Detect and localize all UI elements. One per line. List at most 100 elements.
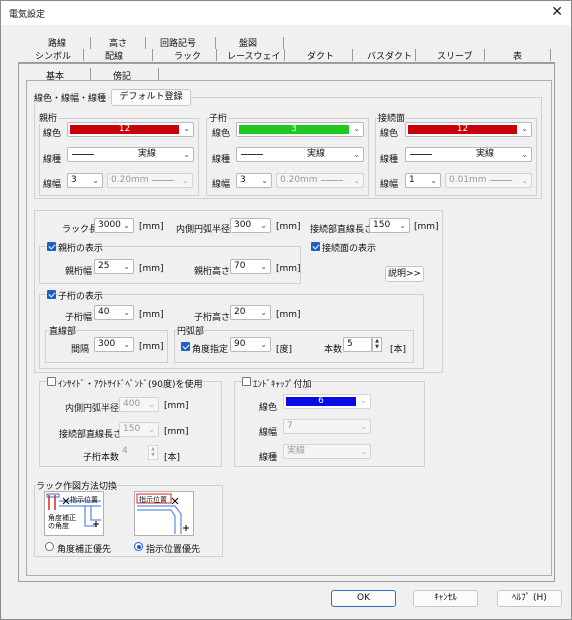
- endcap-width-value: 7: [287, 421, 293, 431]
- chevron-down-icon: ⌄: [92, 176, 99, 185]
- angle-value: 90: [234, 339, 246, 349]
- unit-mm: [mm]: [276, 310, 301, 320]
- show-parent-checkbox[interactable]: [47, 242, 56, 251]
- tab-divider: [145, 37, 146, 49]
- joint-type-select[interactable]: 実線 ⌄: [405, 147, 532, 162]
- help-button[interactable]: ﾍﾙﾌﾟ (H): [497, 590, 562, 607]
- child-title: 子桁: [209, 111, 228, 124]
- count-label: 本数: [324, 345, 343, 355]
- cancel-button[interactable]: ｷｬﾝｾﾙ: [413, 590, 478, 607]
- count-input[interactable]: 5: [343, 337, 372, 352]
- tab-symbol[interactable]: シンボル: [35, 49, 71, 62]
- parent-type-select[interactable]: 実線 ⌄: [67, 147, 194, 162]
- tab-rack[interactable]: ラック: [174, 49, 201, 62]
- line-preview: [241, 154, 263, 155]
- joint-width-num-select[interactable]: 1 ⌄: [405, 173, 441, 188]
- window-title: 電気設定: [9, 10, 46, 20]
- endcap-checkbox[interactable]: [242, 377, 251, 386]
- chevron-down-icon: ⌄: [148, 425, 155, 434]
- arc-label: 円弧部: [177, 324, 205, 337]
- line-section-title: 線色・線幅・線種: [34, 91, 109, 104]
- tab-wiring[interactable]: 配線: [105, 49, 123, 62]
- parent-title: 親桁: [39, 111, 58, 124]
- tab-routing[interactable]: 路線: [48, 36, 66, 49]
- tab-duct[interactable]: ダクト: [307, 49, 334, 62]
- unit-mm: [mm]: [414, 222, 439, 232]
- position-priority-radio[interactable]: [134, 542, 143, 551]
- position-priority-image[interactable]: 指示位置: [134, 491, 194, 536]
- angle-checkbox[interactable]: [181, 342, 190, 351]
- child-width-label: 子桁幅: [65, 313, 93, 323]
- io-inner-radius-select: 400 ⌄: [119, 397, 159, 412]
- inner-radius-label: 内側円弧半径: [176, 225, 231, 235]
- unit-mm: [mm]: [139, 222, 164, 232]
- joint-width-label: 線幅: [380, 180, 399, 190]
- parent-color-select[interactable]: 12 ⌄: [67, 122, 194, 137]
- chevron-down-icon: ⌄: [260, 262, 267, 271]
- count-spinner[interactable]: ▲ ▼: [372, 337, 382, 352]
- joint-straight-select[interactable]: 150 ⌄: [369, 218, 410, 233]
- child-width-select[interactable]: 40 ⌄: [94, 305, 134, 320]
- unit-count: [本]: [164, 453, 181, 463]
- tab-table[interactable]: 表: [513, 49, 522, 62]
- inner-radius-select[interactable]: 300 ⌄: [230, 218, 271, 233]
- unit-deg: [度]: [276, 345, 293, 355]
- parent-width-label: 親桁幅: [65, 267, 93, 277]
- endcap-width-select: 7 ⌄: [283, 419, 371, 434]
- child-type-select[interactable]: 実線 ⌄: [236, 147, 364, 162]
- tab-divider: [484, 49, 485, 61]
- chevron-down-icon: ⌄: [521, 150, 528, 159]
- close-icon[interactable]: ✕: [551, 4, 563, 20]
- child-color-label: 線色: [212, 129, 231, 139]
- parent-height-value: 70: [234, 261, 246, 271]
- tab-divider: [152, 49, 153, 61]
- angle-select[interactable]: 90 ⌄: [230, 337, 271, 352]
- explain-button[interactable]: 説明>>: [385, 266, 424, 282]
- inside-outside-checkbox[interactable]: [47, 377, 56, 386]
- tab-raceway[interactable]: レースウェイ: [227, 49, 281, 62]
- inner-radius-value: 300: [234, 220, 252, 230]
- joint-width-mm: 0.01mm: [449, 175, 487, 185]
- chevron-down-icon: ⌄: [148, 400, 155, 409]
- line-preview: [72, 154, 94, 155]
- child-width-num-select[interactable]: 3 ⌄: [236, 173, 272, 188]
- angle-label: 角度指定: [192, 345, 229, 355]
- child-height-select[interactable]: 20 ⌄: [230, 305, 271, 320]
- interval-select[interactable]: 300 ⌄: [94, 337, 134, 352]
- child-width-num: 3: [240, 175, 246, 185]
- default-register-button[interactable]: デフォルト登録: [111, 89, 191, 106]
- tab-height[interactable]: 高さ: [109, 36, 127, 49]
- parent-width-num-select[interactable]: 3 ⌄: [67, 173, 103, 188]
- parent-height-select[interactable]: 70 ⌄: [230, 259, 271, 274]
- chevron-down-icon: ⌄: [430, 176, 437, 185]
- tab-sleeve[interactable]: スリーブ: [437, 49, 472, 62]
- count-value: 5: [347, 339, 353, 349]
- chevron-down-icon: ⌄: [123, 221, 130, 230]
- parent-width-value: 25: [98, 261, 110, 271]
- child-type-value: 実線: [307, 149, 326, 159]
- angle-priority-image[interactable]: 指示位置 角度補正の角度: [44, 491, 104, 536]
- joint-color-select[interactable]: 12 ⌄: [405, 122, 532, 137]
- child-width-mm-select: 0.20mm ⌄: [276, 173, 364, 188]
- endcap-width-label: 線幅: [259, 428, 278, 438]
- parent-width-mm-select: 0.20mm ⌄: [107, 173, 193, 188]
- chevron-down-icon: ⌄: [360, 396, 367, 405]
- show-child-checkbox[interactable]: [47, 290, 56, 299]
- angle-priority-radio[interactable]: [45, 542, 54, 551]
- joint-straight-label: 接続部直線長さ: [310, 225, 374, 235]
- tab-busduct[interactable]: バスダクト: [367, 49, 412, 62]
- show-joint-checkbox[interactable]: [311, 242, 320, 251]
- child-color-select[interactable]: 3 ⌄: [236, 122, 364, 137]
- chevron-down-icon: ⌄: [261, 176, 268, 185]
- child-width-mm: 0.20mm: [280, 175, 318, 185]
- ok-button[interactable]: OK: [331, 590, 396, 607]
- tab-divider: [216, 49, 217, 61]
- tab-divider: [550, 49, 551, 61]
- tab-panel-drawing[interactable]: 盤図: [239, 36, 257, 49]
- endcap-type-value: 実線: [287, 446, 306, 456]
- rack-length-select[interactable]: 3000 ⌄: [94, 218, 134, 233]
- parent-width-select[interactable]: 25 ⌄: [94, 259, 134, 274]
- tab-circuit-symbol[interactable]: 回路記号: [160, 36, 196, 49]
- child-color-swatch: 3: [239, 125, 349, 134]
- chevron-down-icon: ⌄: [183, 150, 190, 159]
